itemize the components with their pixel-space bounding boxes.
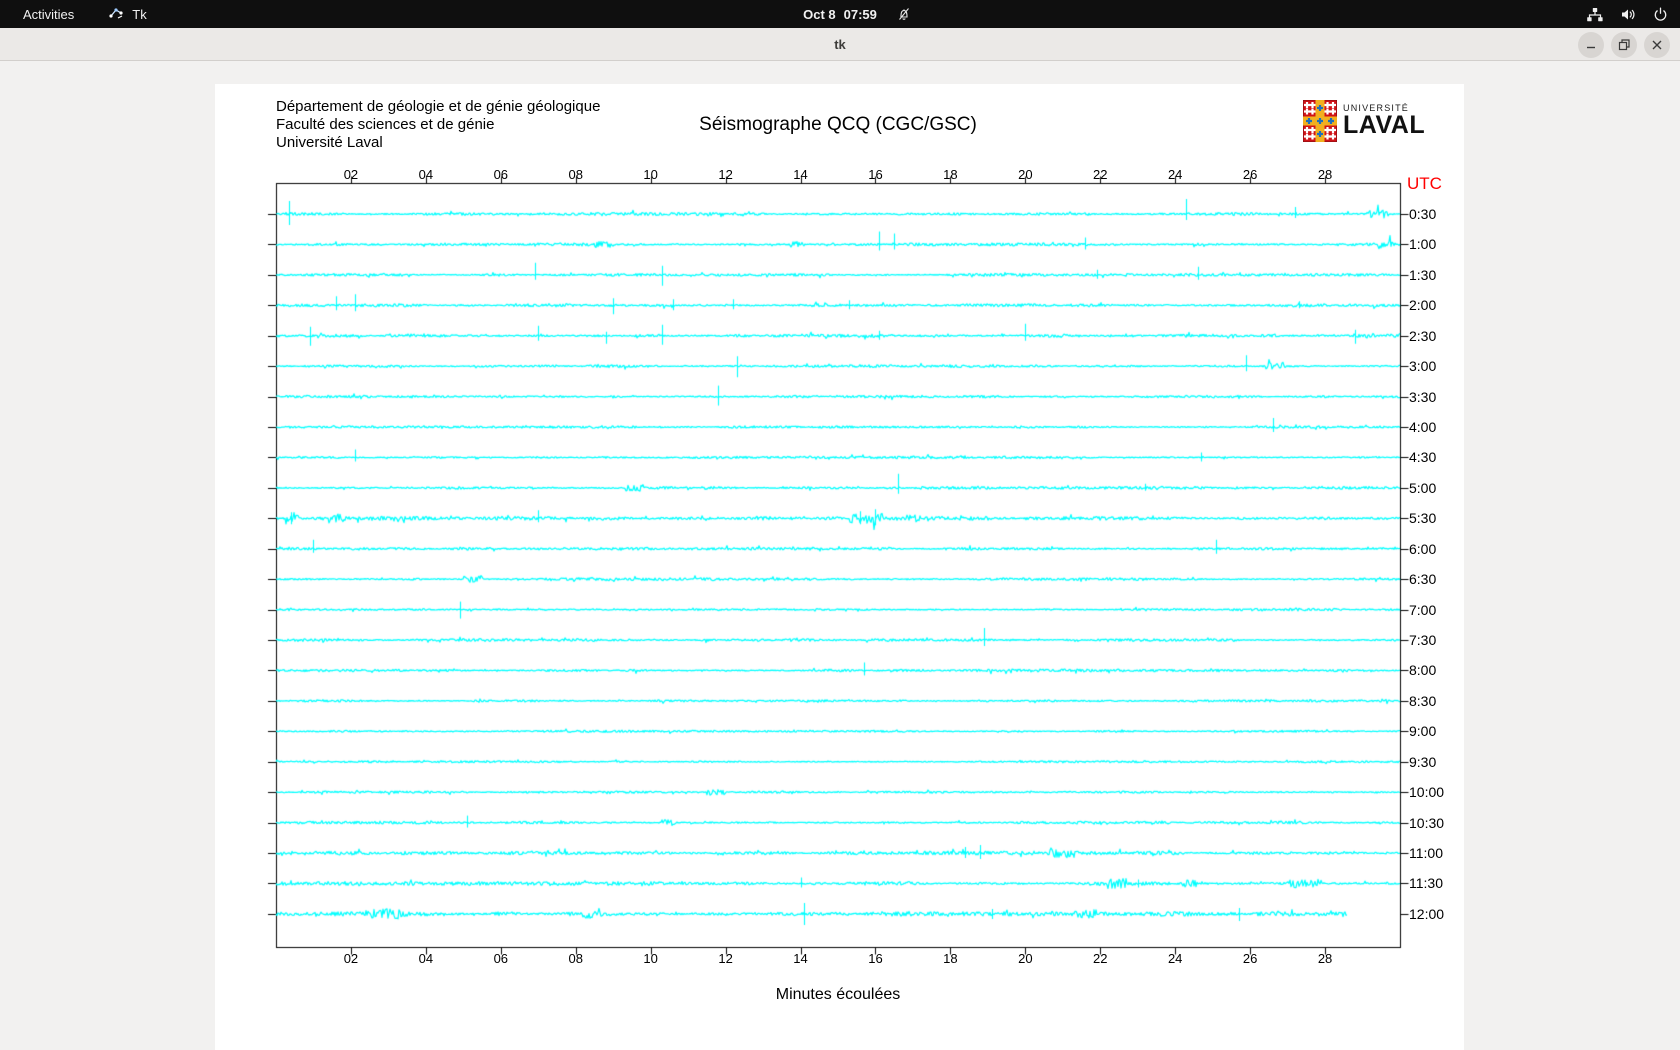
network-nodes-icon[interactable]: [1586, 7, 1604, 22]
power-icon[interactable]: [1653, 7, 1668, 22]
seismograph-canvas-area: Département de géologie et de génie géol…: [215, 84, 1464, 1050]
bell-slash-icon[interactable]: [896, 6, 912, 25]
app-menu-label: Tk: [132, 6, 147, 22]
app-menu[interactable]: Tk: [108, 5, 147, 23]
window-controls: [1578, 32, 1670, 58]
window-titlebar: tk: [0, 28, 1680, 61]
system-top-bar: Activities Tk Oct 8 07:59: [0, 0, 1680, 28]
maximize-button[interactable]: [1611, 32, 1637, 58]
clock-time: 07:59: [843, 6, 877, 22]
window-title: tk: [834, 36, 846, 52]
activities-button[interactable]: Activities: [17, 5, 80, 24]
x-axis-title: Minutes écoulées: [775, 986, 901, 1003]
clock-date: Oct 8: [803, 6, 836, 22]
clock[interactable]: Oct 8 07:59: [803, 7, 877, 22]
helicorder-trace-plot: [215, 84, 1464, 1050]
system-tray: [1586, 0, 1668, 28]
tk-app-icon: [108, 5, 125, 23]
close-button[interactable]: [1644, 32, 1670, 58]
volume-icon[interactable]: [1620, 7, 1637, 22]
minimize-button[interactable]: [1578, 32, 1604, 58]
